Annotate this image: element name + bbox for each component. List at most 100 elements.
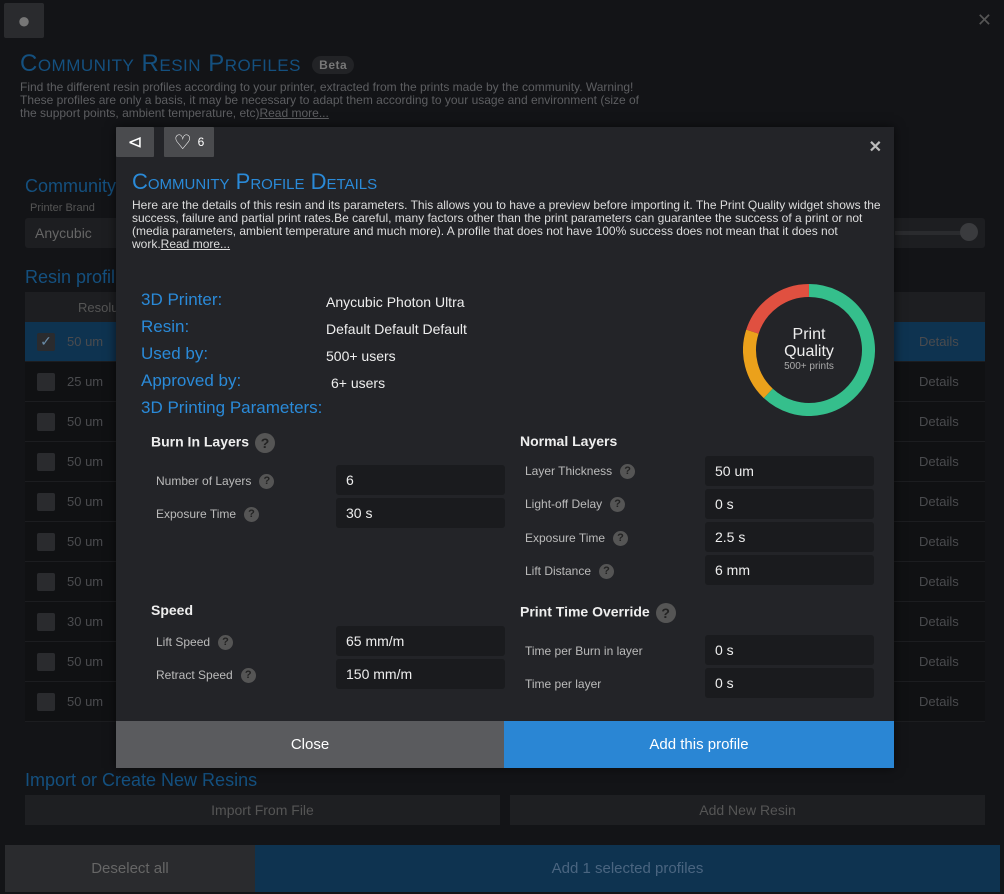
- add-new-resin-button[interactable]: Add New Resin: [510, 795, 985, 825]
- row-checkbox[interactable]: [37, 572, 55, 591]
- read-more-link[interactable]: Read more...: [161, 237, 230, 251]
- row-checkbox[interactable]: [37, 652, 55, 671]
- details-link[interactable]: Details: [919, 374, 959, 389]
- help-icon[interactable]: ?: [218, 635, 234, 651]
- import-from-file-button[interactable]: Import From File: [25, 795, 500, 825]
- help-icon[interactable]: ?: [244, 507, 260, 523]
- resolution-cell: 50 um: [67, 694, 104, 709]
- resin-value: Default Default Default: [326, 321, 467, 337]
- param-label: Exposure Time?: [525, 531, 629, 547]
- details-link[interactable]: Details: [919, 654, 959, 669]
- share-icon: ⊲: [127, 131, 143, 152]
- help-icon[interactable]: ?: [610, 497, 626, 513]
- lift-speed-field[interactable]: 65 mm/m: [336, 626, 505, 656]
- printer-label: 3D Printer:: [141, 290, 223, 309]
- param-label: Lift Distance?: [525, 564, 615, 580]
- row-checkbox[interactable]: ✓: [37, 332, 55, 351]
- page-title: Community Resin Profiles Beta: [20, 50, 355, 78]
- help-icon[interactable]: ?: [255, 433, 276, 453]
- time-per-burn-layer-field[interactable]: 0 s: [705, 635, 874, 665]
- like-button[interactable]: ♡ 6: [164, 127, 214, 157]
- param-label: Number of Layers?: [156, 474, 275, 490]
- read-more-link[interactable]: Read more...: [259, 106, 328, 120]
- resolution-cell: 50 um: [67, 494, 104, 509]
- modal-title: Community Profile Details: [132, 169, 378, 194]
- param-label: Layer Thickness?: [525, 464, 636, 480]
- resolution-cell: 30 um: [67, 614, 104, 629]
- resolution-cell: 50 um: [67, 574, 104, 589]
- row-checkbox[interactable]: [37, 692, 55, 711]
- slider-track[interactable]: [895, 231, 970, 235]
- close-icon[interactable]: ✕: [977, 10, 992, 31]
- help-icon[interactable]: ?: [240, 668, 256, 684]
- row-checkbox[interactable]: [37, 372, 55, 391]
- help-icon[interactable]: ?: [259, 474, 275, 490]
- help-icon[interactable]: ?: [599, 564, 615, 580]
- user-avatar-icon[interactable]: ●: [4, 3, 44, 38]
- used-by-label: Used by:: [141, 344, 209, 363]
- help-icon[interactable]: ?: [620, 464, 636, 480]
- heart-icon: ♡: [173, 131, 192, 154]
- time-per-layer-field[interactable]: 0 s: [705, 668, 874, 698]
- param-label: Time per layer: [525, 677, 602, 691]
- row-checkbox[interactable]: [37, 612, 55, 631]
- row-checkbox[interactable]: [37, 532, 55, 551]
- row-checkbox[interactable]: [37, 412, 55, 431]
- number-of-layers-field[interactable]: 6: [336, 465, 505, 495]
- add-selected-profiles-button[interactable]: Add 1 selected profiles: [255, 845, 1000, 892]
- print-time-override-heading: Print Time Override?: [520, 603, 676, 623]
- burn-exposure-time-field[interactable]: 30 s: [336, 498, 505, 528]
- details-link[interactable]: Details: [919, 534, 959, 549]
- layer-thickness-field[interactable]: 50 um: [705, 456, 874, 486]
- modal-close-icon[interactable]: ✕: [869, 137, 882, 157]
- used-by-value: 500+ users: [326, 348, 396, 364]
- details-link[interactable]: Details: [919, 334, 959, 349]
- page-description: Find the different resin profiles accord…: [20, 80, 639, 120]
- close-button[interactable]: Close: [116, 721, 504, 768]
- resin-label: Resin:: [141, 317, 190, 336]
- details-link[interactable]: Details: [919, 574, 959, 589]
- approved-by-value: 6+ users: [331, 375, 386, 391]
- param-label: Exposure Time?: [156, 507, 260, 523]
- help-icon[interactable]: ?: [655, 603, 676, 623]
- add-profile-button[interactable]: Add this profile: [504, 721, 894, 768]
- share-button[interactable]: ⊲: [116, 127, 154, 157]
- details-link[interactable]: Details: [919, 494, 959, 509]
- resolution-cell: 50 um: [67, 534, 104, 549]
- printer-brand-label: Printer Brand: [30, 202, 95, 214]
- profile-details-modal: ⊲ ♡ 6 ✕ Community Profile Details Here ar…: [116, 127, 894, 768]
- row-checkbox[interactable]: [37, 452, 55, 471]
- param-label: Retract Speed?: [156, 668, 256, 684]
- resin-profiles-heading: Resin profil: [25, 267, 116, 287]
- light-off-delay-field[interactable]: 0 s: [705, 489, 874, 519]
- details-link[interactable]: Details: [919, 414, 959, 429]
- burn-in-heading: Burn In Layers?: [151, 433, 276, 453]
- resolution-cell: 25 um: [67, 374, 104, 389]
- deselect-all-button[interactable]: Deselect all: [5, 845, 255, 892]
- retract-speed-field[interactable]: 150 mm/m: [336, 659, 505, 689]
- print-quality-label: Print Quality 500+ prints: [743, 326, 875, 373]
- resolution-cell: 50 um: [67, 414, 104, 429]
- slider-knob[interactable]: [960, 223, 978, 241]
- speed-heading: Speed: [151, 602, 194, 618]
- param-label: Light-off Delay?: [525, 497, 626, 513]
- row-checkbox[interactable]: [37, 492, 55, 511]
- lift-distance-field[interactable]: 6 mm: [705, 555, 874, 585]
- printer-value: Anycubic Photon Ultra: [326, 294, 465, 310]
- print-count: 500+ prints: [784, 361, 834, 372]
- printing-parameters-label: 3D Printing Parameters:: [141, 398, 323, 417]
- details-link[interactable]: Details: [919, 694, 959, 709]
- import-heading: Import or Create New Resins: [25, 770, 258, 790]
- resolution-cell: 50 um: [67, 334, 104, 349]
- beta-badge: Beta: [312, 55, 355, 74]
- exposure-time-field[interactable]: 2.5 s: [705, 522, 874, 552]
- approved-by-label: Approved by:: [141, 371, 242, 390]
- details-link[interactable]: Details: [919, 614, 959, 629]
- details-link[interactable]: Details: [919, 454, 959, 469]
- param-label: Lift Speed?: [156, 635, 234, 651]
- help-icon[interactable]: ?: [613, 531, 629, 547]
- like-count: 6: [197, 135, 205, 149]
- resolution-cell: 50 um: [67, 654, 104, 669]
- param-label: Time per Burn in layer: [525, 644, 643, 658]
- resolution-cell: 50 um: [67, 454, 104, 469]
